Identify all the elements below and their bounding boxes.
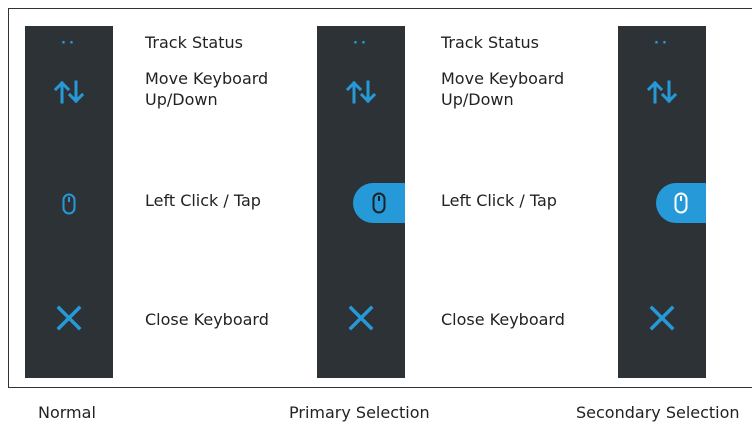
caption-secondary-selection: Secondary Selection (576, 403, 740, 422)
control-bar-secondary: ·· (618, 26, 706, 378)
label-left-click: Left Click / Tap (441, 191, 557, 210)
mouse-icon (372, 192, 386, 214)
up-down-arrows-icon[interactable] (25, 76, 113, 108)
mouse-button-selected[interactable] (353, 183, 405, 223)
control-bar-primary: ·· (317, 26, 405, 378)
mouse-button-selected[interactable] (656, 183, 706, 223)
caption-primary-selection: Primary Selection (289, 403, 430, 422)
track-status-dots-icon: ·· (654, 36, 670, 51)
track-status-dots-icon: ·· (61, 36, 77, 51)
mouse-icon[interactable] (25, 184, 113, 224)
label-track-status: Track Status (145, 33, 243, 52)
up-down-arrows-icon[interactable] (618, 76, 706, 108)
track-status-dots-icon: ·· (353, 36, 369, 51)
mouse-icon (674, 192, 688, 214)
close-x-icon[interactable] (317, 302, 405, 334)
close-x-icon[interactable] (618, 302, 706, 334)
label-move-keyboard: Move Keyboard Up/Down (145, 69, 269, 109)
label-close-keyboard: Close Keyboard (145, 310, 269, 329)
label-move-keyboard: Move Keyboard Up/Down (441, 69, 565, 109)
up-down-arrows-icon[interactable] (317, 76, 405, 108)
control-bar-normal: ·· (25, 26, 113, 378)
label-track-status: Track Status (441, 33, 539, 52)
close-x-icon[interactable] (25, 302, 113, 334)
label-left-click: Left Click / Tap (145, 191, 261, 210)
label-close-keyboard: Close Keyboard (441, 310, 565, 329)
caption-normal: Normal (38, 403, 96, 422)
